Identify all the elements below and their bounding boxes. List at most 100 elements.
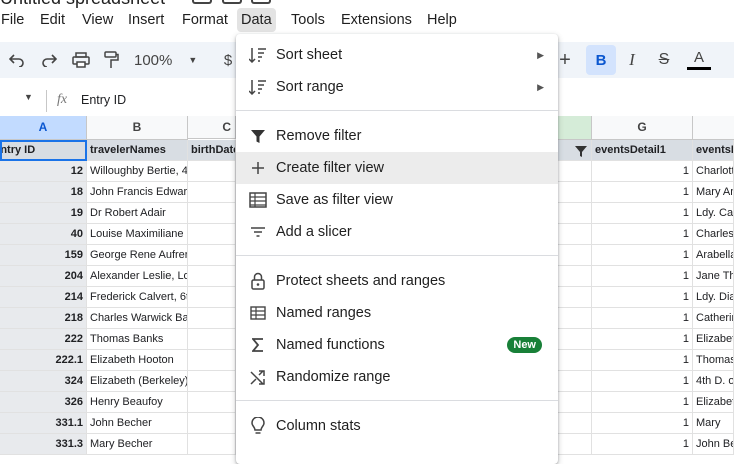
cell-birth-date[interactable] [188,308,236,329]
cell-events-d[interactable]: 4th D. o [693,371,734,392]
header-cell-f[interactable] [558,140,592,161]
menu-item-create-filter-view[interactable]: Create filter view [236,152,558,184]
cell-birth-date[interactable] [188,287,236,308]
cell-f[interactable] [558,224,592,245]
cell-traveler-name[interactable]: Alexander Leslie, Lo [87,266,188,287]
menu-item-save-as-filter-view[interactable]: Save as filter view [236,184,558,216]
menu-format[interactable]: Format [178,8,232,32]
cell-f[interactable] [558,287,592,308]
cell-events-detail1[interactable]: 1 [592,434,693,455]
cell-events-d[interactable]: John Be [693,434,734,455]
cell-events-detail1[interactable]: 1 [592,224,693,245]
redo-icon[interactable] [38,48,60,72]
name-box[interactable] [0,91,22,111]
cell-events-detail1[interactable]: 1 [592,308,693,329]
font-size-increase-button[interactable]: + [557,48,573,72]
cell-events-detail1[interactable]: 1 [592,245,693,266]
cell-traveler-name[interactable]: Elizabeth Hooton [87,350,188,371]
column-header-g[interactable]: G [592,116,693,140]
cell-birth-date[interactable] [188,392,236,413]
cell-events-d[interactable]: Jane Th [693,266,734,287]
cell-birth-date[interactable] [188,413,236,434]
cell-birth-date[interactable] [188,182,236,203]
menu-item-sort-range[interactable]: Sort range ▶ [236,71,558,103]
cell-traveler-name[interactable]: Dr Robert Adair [87,203,188,224]
cell-birth-date[interactable] [188,203,236,224]
cell-birth-date[interactable] [188,224,236,245]
cell-events-d[interactable]: Ldy. Dia [693,287,734,308]
menu-file[interactable]: File [0,8,28,32]
cell-events-d[interactable]: Ldy. Ca [693,203,734,224]
cell-entry-id[interactable]: 12 [0,161,87,182]
cell-f[interactable] [558,434,592,455]
menu-data[interactable]: Data [237,8,276,32]
column-header-a[interactable]: A [0,116,87,140]
cell-birth-date[interactable] [188,266,236,287]
cell-traveler-name[interactable]: Louise Maximiliane S [87,224,188,245]
cell-events-d[interactable]: Catherin [693,308,734,329]
cell-entry-id[interactable]: 222.1 [0,350,87,371]
cell-events-detail1[interactable]: 1 [592,350,693,371]
cell-entry-id[interactable]: 159 [0,245,87,266]
cell-events-d[interactable]: Mary An [693,182,734,203]
cell-events-d[interactable]: Mary [693,413,734,434]
cell-events-d[interactable]: Arabella [693,245,734,266]
cell-traveler-name[interactable]: Willoughby Bertie, 4t [87,161,188,182]
menu-extensions[interactable]: Extensions [337,8,416,32]
column-header-b[interactable]: B [87,116,188,140]
cell-traveler-name[interactable]: Charles Warwick Bar [87,308,188,329]
column-header-h[interactable] [693,116,734,140]
paint-format-icon[interactable] [100,48,122,72]
menu-edit[interactable]: Edit [36,8,69,32]
header-cell-events-d[interactable]: eventsD [693,140,734,161]
menu-item-named-functions[interactable]: Named functions New [236,329,558,361]
cell-birth-date[interactable] [188,329,236,350]
cell-events-detail1[interactable]: 1 [592,329,693,350]
cell-events-detail1[interactable]: 1 [592,371,693,392]
cell-entry-id[interactable]: 218 [0,308,87,329]
cell-entry-id[interactable]: 19 [0,203,87,224]
cell-traveler-name[interactable]: George Rene Aufrere [87,245,188,266]
cloud-status-icon[interactable] [251,0,271,4]
cell-events-detail1[interactable]: 1 [592,287,693,308]
header-cell-traveler-names[interactable]: travelerNames [87,140,188,161]
formula-input[interactable]: Entry ID [81,93,126,107]
menu-insert[interactable]: Insert [124,8,168,32]
cell-events-d[interactable]: Thomas [693,350,734,371]
zoom-select[interactable]: 100% ▼ [134,48,198,72]
cell-traveler-name[interactable]: John Francis Edward [87,182,188,203]
cell-f[interactable] [558,371,592,392]
cell-events-detail1[interactable]: 1 [592,182,693,203]
cell-f[interactable] [558,329,592,350]
cell-entry-id[interactable]: 18 [0,182,87,203]
cell-f[interactable] [558,392,592,413]
cell-birth-date[interactable] [188,161,236,182]
bold-button[interactable]: B [586,45,616,75]
cell-events-d[interactable]: Elizabet [693,329,734,350]
cell-entry-id[interactable]: 326 [0,392,87,413]
italic-button[interactable]: I [622,48,642,72]
column-header-c[interactable]: C [188,116,236,139]
cell-entry-id[interactable]: 214 [0,287,87,308]
cell-birth-date[interactable] [188,434,236,455]
cell-entry-id[interactable]: 331.3 [0,434,87,455]
cell-events-detail1[interactable]: 1 [592,266,693,287]
cell-f[interactable] [558,266,592,287]
cell-birth-date[interactable] [188,371,236,392]
cell-traveler-name[interactable]: Henry Beaufoy [87,392,188,413]
cell-f[interactable] [558,308,592,329]
cell-f[interactable] [558,245,592,266]
cell-f[interactable] [558,413,592,434]
menu-help[interactable]: Help [423,8,461,32]
menu-item-protect-sheets-and-ranges[interactable]: Protect sheets and ranges [236,265,558,297]
menu-item-remove-filter[interactable]: Remove filter [236,120,558,152]
move-icon[interactable] [222,0,242,4]
cell-f[interactable] [558,203,592,224]
cell-entry-id[interactable]: 331.1 [0,413,87,434]
cell-traveler-name[interactable]: Mary Becher [87,434,188,455]
menu-item-column-stats[interactable]: Column stats [236,410,558,442]
star-icon[interactable] [192,0,212,4]
strikethrough-button[interactable]: S [654,48,674,72]
column-header-f[interactable] [558,116,592,140]
filter-icon[interactable] [575,144,587,160]
